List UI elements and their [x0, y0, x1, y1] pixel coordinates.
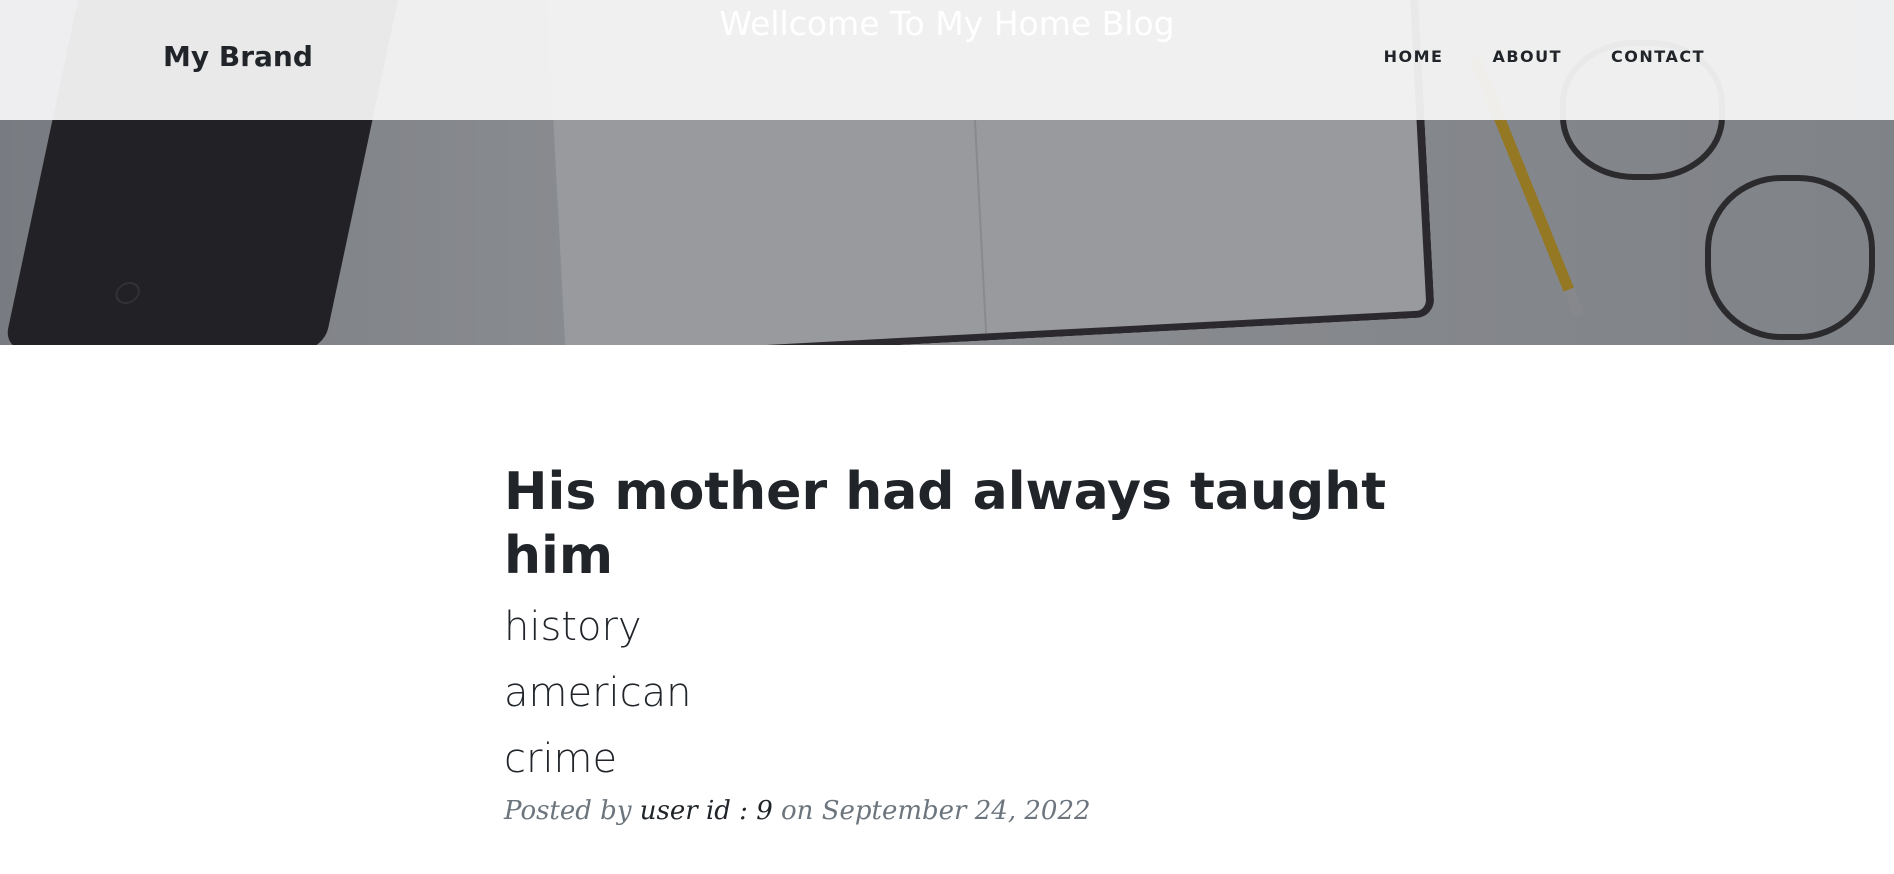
- nav-links: HOME ABOUT CONTACT: [1384, 47, 1705, 66]
- post-author: user id : 9: [639, 796, 773, 826]
- posted-by-label: Posted by: [504, 796, 632, 826]
- post-tag: history: [504, 604, 642, 650]
- post-date: September 24, 2022: [821, 796, 1091, 826]
- post-tag: crime: [504, 736, 618, 782]
- nav-contact-link[interactable]: CONTACT: [1611, 47, 1705, 66]
- post-tag: american: [504, 670, 692, 716]
- post-title[interactable]: His mother had always taught him: [504, 460, 1404, 588]
- navbar: My Brand Wellcome To My Home Blog HOME A…: [0, 0, 1894, 120]
- nav-home-link[interactable]: HOME: [1384, 47, 1444, 66]
- brand-link[interactable]: My Brand: [163, 40, 313, 73]
- on-label: on: [781, 796, 814, 826]
- nav-about-link[interactable]: ABOUT: [1492, 47, 1562, 66]
- post-tags: history american crime: [504, 594, 1404, 792]
- site-heading: Wellcome To My Home Blog: [719, 4, 1175, 43]
- post-meta: Posted by user id : 9 on September 24, 2…: [504, 796, 1404, 826]
- post-preview: His mother had always taught him history…: [504, 460, 1404, 826]
